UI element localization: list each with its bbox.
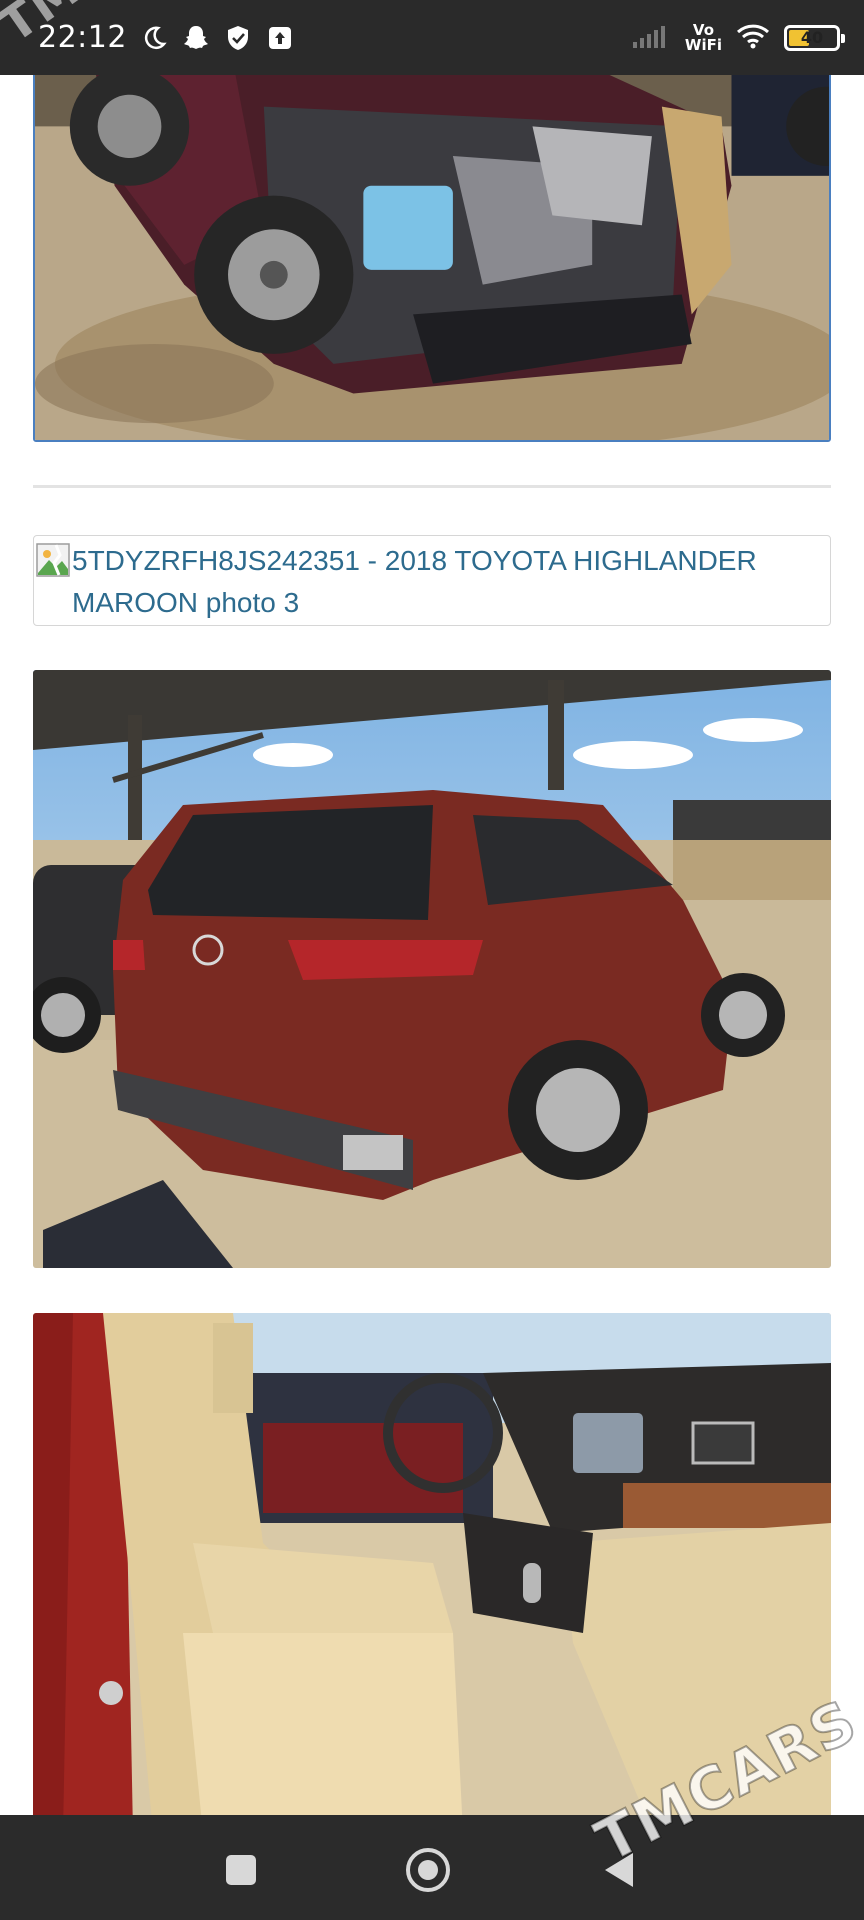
car-photo-rear-image [33,670,831,1268]
photo-3-alt-line: 5TDYZRFH8JS242351 - 2018 TOYOTA HIGHLAND… [36,540,828,624]
signal-icon [632,24,671,52]
car-photo-rear[interactable] [33,670,831,1268]
upload-icon [265,23,295,53]
car-photo-interior-image [33,1313,831,1815]
status-right: Vo WiFi 40 [632,20,845,54]
navigation-bar [0,1815,864,1920]
divider [33,485,831,488]
car-photo-front-damage[interactable] [33,75,831,442]
broken-image-icon [36,543,70,577]
status-bar: 22:12 Vo WiFi 40 [0,0,864,75]
car-photo-interior[interactable] [33,1313,831,1815]
photo-3-alt-text: 5TDYZRFH8JS242351 - 2018 TOYOTA HIGHLAND… [72,545,757,618]
moon-icon [139,23,169,53]
home-icon[interactable] [406,1848,450,1892]
snapchat-icon [181,23,211,53]
battery-level: 40 [800,28,824,47]
status-left: 22:12 [38,20,295,55]
recents-icon[interactable] [226,1855,256,1885]
battery-icon: 40 [784,24,845,51]
photo-3-broken-image[interactable]: 5TDYZRFH8JS242351 - 2018 TOYOTA HIGHLAND… [33,535,831,626]
shield-icon [223,23,253,53]
listing-content[interactable]: 5TDYZRFH8JS242351 - 2018 TOYOTA HIGHLAND… [0,75,864,1815]
vowifi-label: Vo WiFi [684,20,722,54]
screen: 22:12 Vo WiFi 40 5TDYZRFH8JS242351 - 201… [0,0,864,1920]
car-photo-front-damage-image [35,75,829,440]
wifi-icon [736,23,770,53]
